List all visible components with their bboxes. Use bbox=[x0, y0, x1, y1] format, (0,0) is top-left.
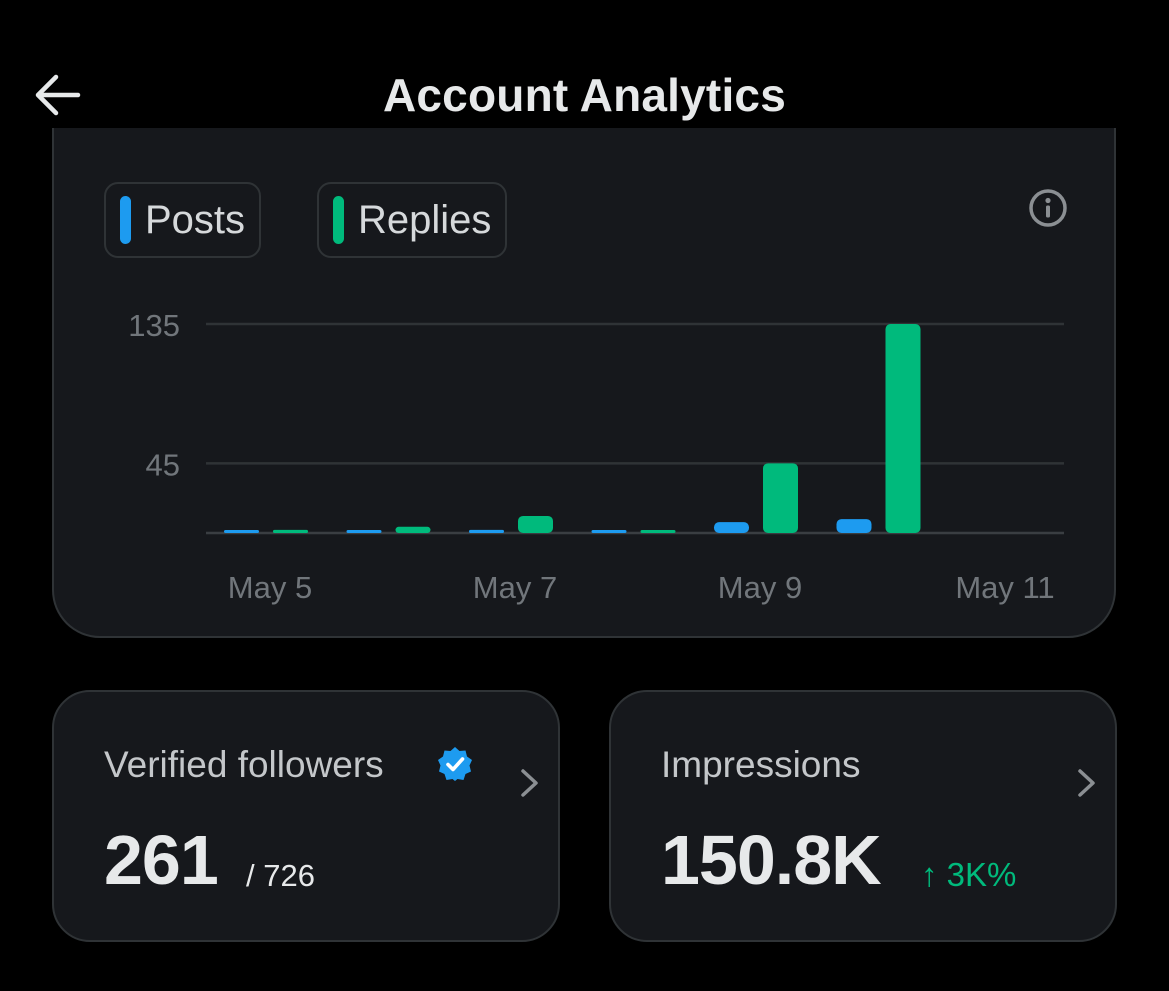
verified-followers-value: 261 bbox=[104, 821, 219, 899]
y-tick-label: 135 bbox=[128, 308, 180, 343]
verified-badge-icon bbox=[438, 747, 472, 781]
bar-chart: 135 45 May 5 May 7 May 9 May 11 bbox=[128, 308, 1064, 605]
impressions-title: Impressions bbox=[661, 744, 861, 785]
posts-bar bbox=[591, 530, 627, 533]
x-tick-label: May 9 bbox=[718, 570, 802, 605]
page-title: Account Analytics bbox=[382, 69, 786, 121]
replies-bar bbox=[273, 529, 308, 533]
posts-bar bbox=[224, 530, 259, 533]
chevron-right-icon bbox=[521, 769, 538, 797]
activity-chart-card: Posts Replies 135 45 May 5 May 7 May 9 May 11 bbox=[52, 128, 1116, 638]
x-tick-label: May 11 bbox=[955, 570, 1054, 605]
verified-followers-card[interactable]: Verified followers 261 / 726 bbox=[52, 690, 560, 942]
x-tick-label: May 7 bbox=[473, 570, 557, 605]
replies-bar bbox=[885, 324, 921, 533]
replies-bar bbox=[518, 515, 553, 533]
impressions-value: 150.8K bbox=[661, 821, 882, 899]
posts-bar bbox=[836, 519, 872, 533]
verified-followers-title: Verified followers bbox=[104, 744, 384, 785]
x-tick-label: May 5 bbox=[228, 570, 312, 605]
impressions-change: ↑ 3K% bbox=[921, 856, 1017, 893]
y-tick-label: 45 bbox=[146, 447, 180, 482]
posts-bar bbox=[714, 522, 749, 533]
impressions-card[interactable]: Impressions 150.8K ↑ 3K% bbox=[609, 690, 1117, 942]
posts-bar bbox=[469, 529, 504, 533]
posts-bar bbox=[346, 530, 382, 533]
replies-bar bbox=[640, 530, 676, 533]
replies-bar bbox=[763, 463, 798, 533]
replies-bar bbox=[395, 526, 431, 533]
verified-followers-total: / 726 bbox=[246, 858, 315, 893]
chevron-right-icon bbox=[1078, 769, 1095, 797]
